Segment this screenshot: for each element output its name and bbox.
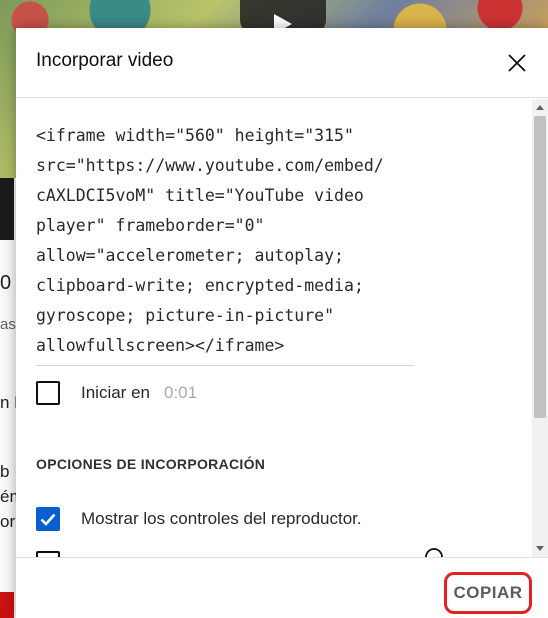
copy-button[interactable]: COPIAR: [444, 572, 532, 614]
show-controls-label: Mostrar los controles del reproductor.: [81, 509, 362, 528]
scrollbar[interactable]: [532, 99, 548, 557]
scrollbar-thumb[interactable]: [534, 116, 546, 418]
screen: 0 as n F b ém or Incorporar video <ifram…: [0, 0, 548, 618]
background-red-element: [0, 592, 14, 618]
scroll-up-arrow-icon[interactable]: [536, 105, 544, 110]
close-icon: [508, 54, 526, 72]
background-text-fragment: b: [0, 462, 10, 481]
start-time-input[interactable]: 0:01: [164, 383, 197, 403]
checkmark-icon: [40, 513, 56, 526]
background-thumbnail-strip: [0, 178, 14, 240]
dialog-header: Incorporar video: [16, 28, 548, 98]
start-at-checkbox[interactable]: [36, 381, 60, 405]
close-button[interactable]: [502, 48, 532, 78]
scroll-down-arrow-icon[interactable]: [536, 546, 544, 551]
show-controls-row: Mostrar los controles del reproductor.: [36, 506, 436, 534]
start-at-row: Iniciar en 0:01: [36, 380, 436, 408]
background-text-fragment: or: [0, 512, 16, 531]
embed-video-dialog: Incorporar video <iframe width="560" hei…: [16, 28, 548, 618]
help-icon[interactable]: [424, 547, 444, 557]
dialog-body: <iframe width="560" height="315" src="ht…: [16, 99, 548, 557]
start-at-label: Iniciar en: [81, 383, 150, 402]
background-text-fragment: 0: [0, 272, 12, 294]
show-controls-checkbox[interactable]: [36, 507, 60, 531]
embed-options-title: OPCIONES DE INCORPORACIÓN: [36, 456, 266, 472]
background-text-fragment: as: [0, 316, 16, 333]
dialog-footer: COPIAR: [16, 557, 548, 618]
embed-code-textarea[interactable]: <iframe width="560" height="315" src="ht…: [36, 121, 414, 366]
dialog-title: Incorporar video: [36, 50, 174, 71]
